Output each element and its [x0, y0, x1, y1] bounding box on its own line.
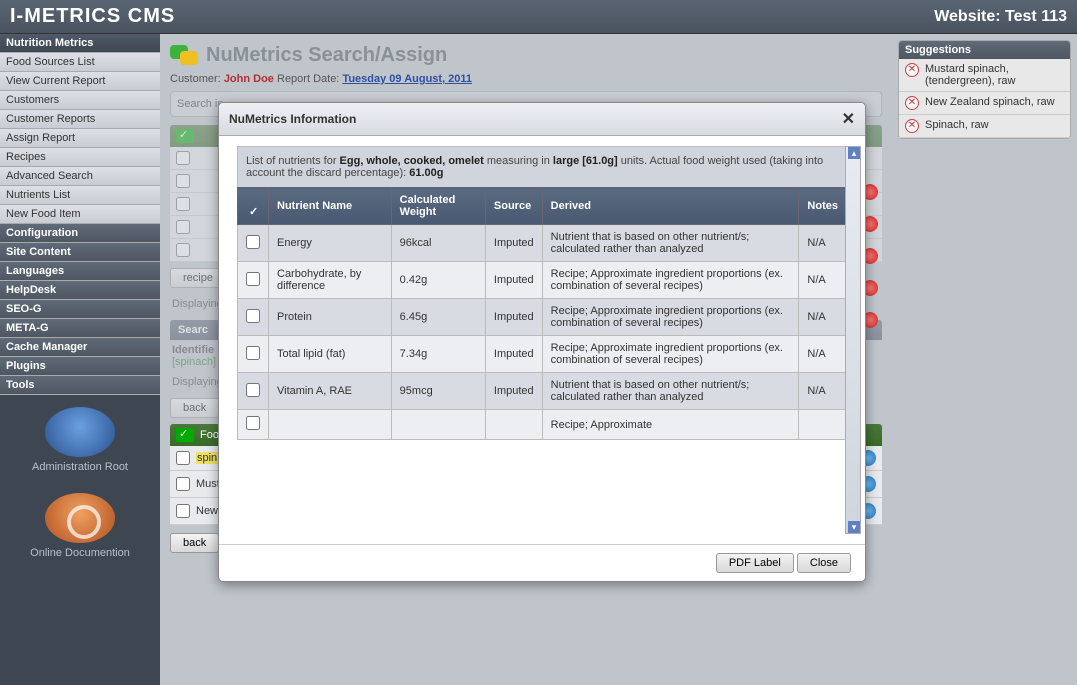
col-nutrient[interactable]: Nutrient Name	[269, 188, 392, 225]
website-label: Website: Test 113	[934, 8, 1067, 26]
online-doc-block[interactable]: Online Documention	[0, 481, 160, 567]
sidebar-item[interactable]: Customer Reports	[0, 110, 160, 129]
modal-header[interactable]: NuMetrics Information ✕	[219, 103, 865, 136]
row-checkbox[interactable]	[176, 477, 190, 491]
suggestion-item[interactable]: ✕New Zealand spinach, raw	[899, 92, 1070, 115]
check-icon[interactable]	[176, 428, 194, 442]
nutrient-row: Protein6.45gImputedRecipe; Approximate i…	[238, 299, 847, 336]
sidebar-item[interactable]: HelpDesk	[0, 281, 160, 300]
suggestions-box: Suggestions ✕Mustard spinach, (tendergre…	[898, 40, 1071, 139]
nutrients-table: Nutrient Name Calculated Weight Source D…	[237, 187, 847, 440]
chat-icon	[170, 45, 198, 67]
online-doc-label: Online Documention	[0, 547, 160, 559]
suggestion-item[interactable]: ✕Mustard spinach, (tendergreen), raw	[899, 59, 1070, 92]
row-checkbox[interactable]	[176, 504, 190, 518]
page-title: NuMetrics Search/Assign	[206, 44, 447, 67]
pdf-label-button[interactable]: PDF Label	[716, 553, 794, 573]
nutrient-row: Energy96kcalImputedNutrient that is base…	[238, 225, 847, 262]
modal-intro: List of nutrients for Egg, whole, cooked…	[237, 146, 847, 187]
customer-name: John Doe	[224, 73, 274, 85]
right-panel: Suggestions ✕Mustard spinach, (tendergre…	[892, 34, 1077, 685]
admin-root-block[interactable]: Administration Root	[0, 395, 160, 481]
row-checkbox[interactable]	[176, 151, 190, 165]
modal-title: NuMetrics Information	[229, 112, 356, 126]
row-checkbox[interactable]	[176, 451, 190, 465]
sidebar-item[interactable]: View Current Report	[0, 72, 160, 91]
power-icon	[45, 407, 115, 457]
nutrient-row: Carbohydrate, by difference0.42gImputedR…	[238, 262, 847, 299]
sidebar-item[interactable]: Recipes	[0, 148, 160, 167]
row-checkbox[interactable]	[246, 309, 260, 323]
sidebar-item[interactable]: Site Content	[0, 243, 160, 262]
numetrics-modal: NuMetrics Information ✕ ▴▾ List of nutri…	[218, 102, 866, 582]
lifering-icon	[45, 493, 115, 543]
customer-line: Customer: John Doe Report Date: Tuesday …	[170, 73, 882, 85]
row-checkbox[interactable]	[176, 220, 190, 234]
col-derived[interactable]: Derived	[542, 188, 799, 225]
top-bar: I-METRICS CMS Website: Test 113	[0, 0, 1077, 34]
remove-icon[interactable]: ✕	[905, 96, 919, 110]
col-weight[interactable]: Calculated Weight	[391, 188, 485, 225]
sidebar-item[interactable]: Nutrients List	[0, 186, 160, 205]
sidebar-item[interactable]: Food Sources List	[0, 53, 160, 72]
sidebar-item[interactable]: Customers	[0, 91, 160, 110]
sidebar-item[interactable]: Plugins	[0, 357, 160, 376]
col-source[interactable]: Source	[485, 188, 542, 225]
row-checkbox[interactable]	[246, 383, 260, 397]
sidebar-item[interactable]: New Food Item	[0, 205, 160, 224]
suggestion-item[interactable]: ✕Spinach, raw	[899, 115, 1070, 138]
row-checkbox[interactable]	[246, 235, 260, 249]
nutrient-row: Total lipid (fat)7.34gImputedRecipe; App…	[238, 336, 847, 373]
row-checkbox[interactable]	[176, 243, 190, 257]
remove-icon[interactable]: ✕	[905, 119, 919, 133]
sidebar-section-nutrition[interactable]: Nutrition Metrics	[0, 34, 160, 53]
sidebar-item[interactable]: Cache Manager	[0, 338, 160, 357]
sidebar-item[interactable]: SEO-G	[0, 300, 160, 319]
sidebar-item[interactable]: Languages	[0, 262, 160, 281]
remove-icon[interactable]: ✕	[905, 63, 919, 77]
search-label: Search in	[177, 98, 223, 110]
row-checkbox[interactable]	[246, 272, 260, 286]
row-checkbox[interactable]	[176, 174, 190, 188]
suggestions-title: Suggestions	[899, 41, 1070, 59]
back-button-upper[interactable]: back	[170, 398, 219, 418]
sidebar-item[interactable]: Assign Report	[0, 129, 160, 148]
report-date[interactable]: Tuesday 09 August, 2011	[342, 73, 472, 85]
food-name: spin	[196, 452, 218, 464]
admin-root-label: Administration Root	[0, 461, 160, 473]
sidebar-item[interactable]: META-G	[0, 319, 160, 338]
col-notes[interactable]: Notes	[799, 188, 847, 225]
check-icon[interactable]	[176, 129, 194, 143]
sidebar-item[interactable]: Tools	[0, 376, 160, 395]
close-icon[interactable]: ✕	[842, 109, 855, 129]
row-checkbox[interactable]	[246, 416, 260, 430]
sidebar-item[interactable]: Advanced Search	[0, 167, 160, 186]
sidebar: Nutrition Metrics Food Sources List View…	[0, 34, 160, 685]
identified-label: Identifie	[172, 344, 214, 356]
close-button[interactable]: Close	[797, 553, 851, 573]
identified-value: [spinach]	[172, 356, 216, 368]
back-button[interactable]: back	[170, 533, 219, 553]
nutrient-row: Recipe; Approximate	[238, 410, 847, 440]
app-title: I-METRICS CMS	[10, 5, 175, 28]
sidebar-section-config[interactable]: Configuration	[0, 224, 160, 243]
modal-footer: PDF Label Close	[219, 544, 865, 581]
row-checkbox[interactable]	[176, 197, 190, 211]
row-checkbox[interactable]	[246, 346, 260, 360]
scrollbar[interactable]: ▴▾	[845, 146, 861, 534]
nutrient-row: Vitamin A, RAE95mcgImputedNutrient that …	[238, 373, 847, 410]
